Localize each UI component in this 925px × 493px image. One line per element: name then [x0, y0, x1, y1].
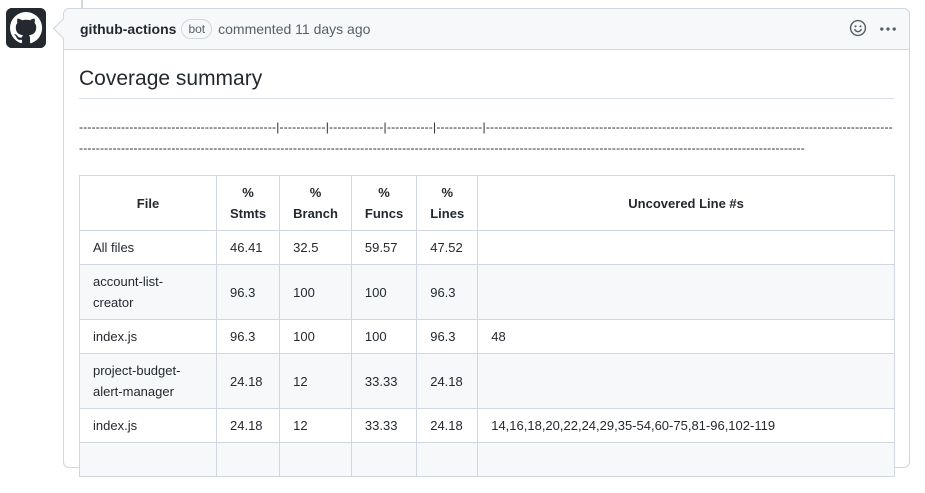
author-link[interactable]: github-actions	[80, 21, 176, 37]
cell-stmts: 96.3	[215, 319, 281, 354]
cell-stmts: 96.3	[215, 264, 281, 320]
cell-uncovered	[477, 353, 895, 409]
table-header-row: File % Stmts % Branch % Funcs % Lines Uncove…	[79, 175, 895, 231]
cell-file: All files	[79, 230, 217, 265]
cell-lines: 24.18	[416, 353, 479, 409]
comment-actions	[849, 19, 897, 40]
cell-branch: 12	[279, 353, 352, 409]
cell-lines: 24.18	[416, 408, 479, 443]
kebab-horizontal-icon[interactable]	[879, 20, 897, 40]
cell-file	[79, 442, 217, 477]
comment-box: github-actions bot commented 11 days ago…	[63, 8, 910, 477]
coverage-table: File % Stmts % Branch % Funcs % Lines Uncove…	[79, 175, 895, 477]
cell-lines: 96.3	[416, 319, 479, 354]
table-row	[79, 442, 895, 477]
cell-file: account-list-creator	[79, 264, 217, 320]
comment-body: Coverage summary -----------------------…	[64, 50, 909, 493]
table-row: All files 46.41 32.5 59.57 47.52	[79, 230, 895, 265]
cell-uncovered	[477, 264, 895, 320]
header-uncovered: Uncovered Line #s	[477, 175, 895, 231]
comment-timestamp[interactable]: commented 11 days ago	[218, 21, 370, 37]
cell-funcs: 100	[350, 319, 418, 354]
table-separator-text: ----------------------------------------…	[79, 120, 893, 155]
table-row: account-list-creator 96.3 100 100 96.3	[79, 264, 895, 320]
cell-lines: 47.52	[416, 230, 479, 265]
cell-branch: 100	[279, 319, 352, 354]
github-logo-icon	[6, 8, 46, 48]
avatar[interactable]	[6, 8, 46, 48]
smiley-icon[interactable]	[849, 19, 867, 40]
cell-funcs: 33.33	[350, 353, 418, 409]
header-file: File	[79, 175, 217, 231]
cell-lines: 96.3	[416, 264, 479, 320]
cell-file: index.js	[79, 408, 217, 443]
bot-badge: bot	[181, 19, 213, 39]
header-lines: % Lines	[416, 175, 479, 231]
cell-lines	[416, 442, 479, 477]
cell-funcs: 100	[350, 264, 418, 320]
cell-funcs: 33.33	[350, 408, 418, 443]
cell-stmts: 24.18	[215, 408, 281, 443]
header-funcs: % Funcs	[350, 175, 418, 231]
cell-uncovered	[477, 230, 895, 265]
cell-stmts: 24.18	[215, 353, 281, 409]
table-row: index.js 24.18 12 33.33 24.18 14,16,18,2…	[79, 408, 895, 443]
cell-stmts	[215, 442, 281, 477]
header-branch: % Branch	[279, 175, 352, 231]
comment-header: github-actions bot commented 11 days ago	[64, 9, 909, 50]
cell-branch: 12	[279, 408, 352, 443]
cell-uncovered	[477, 442, 895, 477]
cell-funcs	[350, 442, 418, 477]
cell-branch: 32.5	[279, 230, 352, 265]
header-stmts: % Stmts	[215, 175, 281, 231]
cell-file: index.js	[79, 319, 217, 354]
cell-stmts: 46.41	[215, 230, 281, 265]
cell-uncovered: 14,16,18,20,22,24,29,35-54,60-75,81-96,1…	[477, 408, 895, 443]
cell-branch	[279, 442, 352, 477]
coverage-title: Coverage summary	[79, 66, 894, 99]
cell-file: project-budget-alert-manager	[79, 353, 217, 409]
cell-funcs: 59.57	[350, 230, 418, 265]
table-row: project-budget-alert-manager 24.18 12 33…	[79, 353, 895, 409]
cell-uncovered: 48	[477, 319, 895, 354]
cell-branch: 100	[279, 264, 352, 320]
table-row: index.js 96.3 100 100 96.3 48	[79, 319, 895, 354]
